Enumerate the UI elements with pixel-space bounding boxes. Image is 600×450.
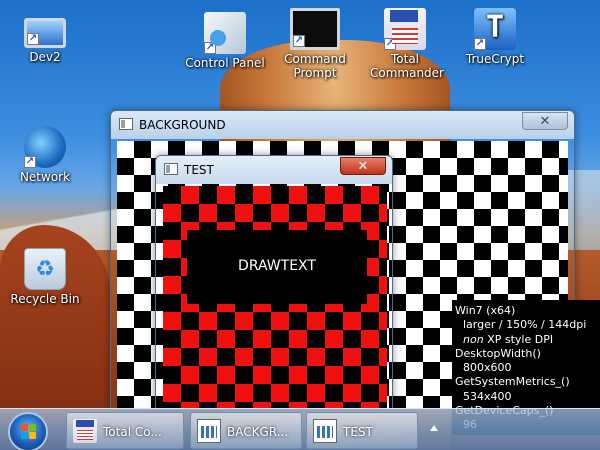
window-title: BACKGROUND xyxy=(139,118,226,132)
shortcut-arrow-icon: ↗ xyxy=(474,38,486,50)
desktop-icon-label: Command Prompt xyxy=(284,52,346,80)
floppy-disk-icon xyxy=(73,419,97,443)
shortcut-arrow-icon: ↗ xyxy=(204,42,216,54)
close-button[interactable]: ✕ xyxy=(340,157,386,175)
desktop-icon-recycle-bin[interactable]: Recycle Bin xyxy=(0,248,90,306)
app-window-icon xyxy=(313,419,337,443)
show-hidden-icons-arrow-icon[interactable] xyxy=(430,425,438,431)
test-window[interactable]: TEST ✕ DRAWTEXT xyxy=(155,155,393,410)
network-globe-icon: ↗ xyxy=(24,126,66,168)
monitor-icon: ↗ xyxy=(24,18,66,48)
desktop-icon-label: Network xyxy=(19,170,71,184)
taskbar-button-label: TEST xyxy=(343,425,373,439)
window-client-red-checkerboard[interactable]: DRAWTEXT xyxy=(163,186,387,409)
info-line-rest: XP style DPI xyxy=(487,332,554,346)
window-titlebar[interactable]: TEST ✕ xyxy=(156,156,392,184)
app-window-icon xyxy=(197,419,221,443)
window-app-icon[interactable] xyxy=(119,118,133,130)
taskbar: Total Co... BACKGR... TEST xyxy=(0,408,600,450)
taskbar-button-test[interactable]: TEST xyxy=(306,412,418,449)
desktop-icon-label: Dev2 xyxy=(29,50,61,64)
shortcut-arrow-icon: ↗ xyxy=(293,35,305,47)
window-titlebar[interactable]: BACKGROUND ✕ xyxy=(111,111,574,139)
shortcut-arrow-icon: ↗ xyxy=(384,38,396,50)
window-app-icon[interactable] xyxy=(164,163,178,175)
windows-flag-icon xyxy=(21,424,36,439)
info-line: larger / 150% / 144dpi xyxy=(463,318,587,332)
drawtext-background: DRAWTEXT xyxy=(187,230,367,304)
close-button[interactable]: ✕ xyxy=(522,112,568,130)
desktop-icon-total-commander[interactable]: ↗ Total Commander xyxy=(360,8,450,80)
drawtext-label: DRAWTEXT xyxy=(238,258,316,274)
desktop-icon-label: Recycle Bin xyxy=(10,292,80,306)
info-line: DesktopWidth() xyxy=(455,346,541,360)
desktop-icon-label: TrueCrypt xyxy=(465,52,525,66)
desktop-icon-truecrypt[interactable]: ↗ TrueCrypt xyxy=(450,8,540,66)
desktop-icon-network[interactable]: ↗ Network xyxy=(0,126,90,184)
window-title: TEST xyxy=(184,163,214,177)
shortcut-arrow-icon: ↗ xyxy=(24,156,36,168)
info-line: GetSystemMetrics_() xyxy=(455,375,570,389)
taskbar-button-label: Total Co... xyxy=(103,425,162,439)
taskbar-button-background[interactable]: BACKGR... xyxy=(190,412,302,449)
floppy-disk-icon: ↗ xyxy=(384,8,426,50)
desktop-icon-label: Total Commander xyxy=(370,52,444,80)
shortcut-arrow-icon: ↗ xyxy=(27,33,39,45)
info-line: Win7 (x64) xyxy=(455,304,516,317)
desktop-icon-control-panel[interactable]: ↗ Control Panel xyxy=(180,12,270,70)
info-emphasis: non xyxy=(463,332,484,346)
desktop-icon-label: Control Panel xyxy=(185,56,265,70)
desktop-icon-command-prompt[interactable]: ↗ Command Prompt xyxy=(270,8,360,80)
info-line: 534x400 xyxy=(463,389,512,403)
truecrypt-icon: ↗ xyxy=(474,8,516,50)
control-panel-icon: ↗ xyxy=(204,12,246,54)
start-button[interactable] xyxy=(8,412,48,450)
info-line: 800x600 xyxy=(463,361,512,375)
command-prompt-icon: ↗ xyxy=(290,8,340,50)
taskbar-button-label: BACKGR... xyxy=(227,425,289,439)
taskbar-button-total-commander[interactable]: Total Co... xyxy=(66,412,184,449)
desktop-icon-dev2[interactable]: ↗ Dev2 xyxy=(0,12,90,64)
recycle-bin-icon xyxy=(24,248,66,290)
info-line: non XP style DPI xyxy=(455,333,600,347)
